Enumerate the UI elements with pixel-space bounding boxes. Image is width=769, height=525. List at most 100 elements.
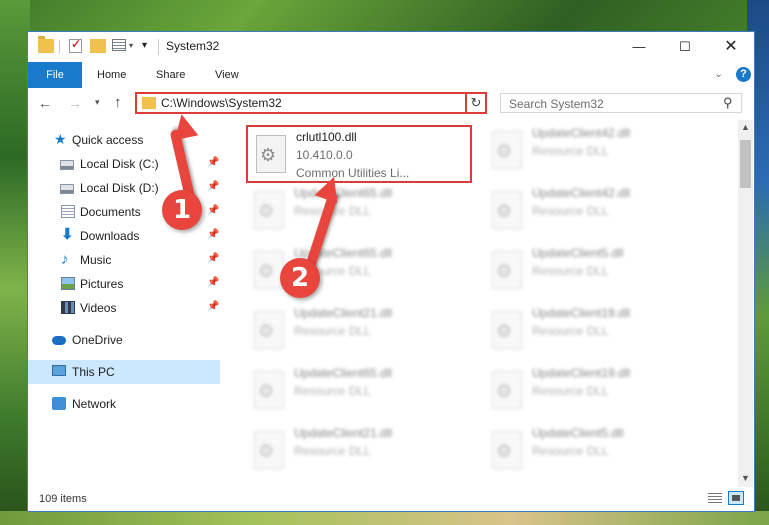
disk-icon — [60, 184, 74, 194]
search-input[interactable]: Search System32 ⚲ — [500, 93, 742, 113]
minimize-button[interactable]: — — [616, 32, 662, 62]
help-icon[interactable]: ? — [736, 67, 751, 82]
up-arrow-icon[interactable]: ↑ — [114, 94, 122, 111]
scroll-down-icon[interactable]: ▼ — [738, 473, 753, 483]
search-icon[interactable]: ⚲ — [723, 95, 733, 111]
annotation-badge-1: 1 — [162, 190, 202, 230]
expand-ribbon-icon[interactable]: ⌄ — [714, 67, 723, 80]
large-icons-view-icon[interactable] — [728, 491, 744, 505]
file-name: UpdateClient5.dll — [532, 426, 624, 440]
music-icon: ♪ — [61, 251, 69, 268]
close-button[interactable]: ✕ — [708, 32, 754, 62]
file-name: UpdateClient65.dll — [294, 366, 393, 380]
file-type: Resource DLL — [294, 444, 371, 458]
nav-item-label: Videos — [80, 301, 117, 315]
back-arrow-icon[interactable]: ← — [38, 95, 52, 111]
annotation-badge-2: 2 — [280, 258, 320, 298]
file-item[interactable]: UpdateClient65.dll Resource DLL — [246, 243, 471, 297]
scroll-thumb[interactable] — [740, 140, 751, 188]
nav-item-pictures[interactable]: Pictures 📌 — [28, 272, 220, 296]
tab-file[interactable]: File — [28, 62, 82, 88]
dll-file-icon — [492, 311, 522, 349]
tab-home[interactable]: Home — [97, 62, 126, 88]
file-item[interactable]: UpdateClient42.dll Resource DLL — [484, 183, 709, 237]
file-item-crlutl100[interactable]: crlutl100.dll 10.410.0.0 Common Utilitie… — [246, 125, 472, 183]
nav-item-label: Pictures — [80, 277, 124, 291]
dll-file-icon — [254, 311, 284, 349]
maximize-button[interactable]: ☐ — [662, 32, 708, 62]
address-bar[interactable]: C:\Windows\System32 ⌄ — [135, 92, 485, 114]
properties-icon[interactable] — [112, 39, 126, 51]
ribbon-tabs: File Home Share View ⌄ ? — [28, 62, 754, 89]
tab-share[interactable]: Share — [156, 62, 185, 88]
nav-item-music[interactable]: ♪ Music 📌 — [28, 248, 220, 272]
pin-icon[interactable]: 📌 — [207, 301, 219, 312]
properties-check-icon[interactable] — [69, 37, 82, 53]
file-type: Resource DLL — [294, 324, 371, 338]
dll-file-icon — [254, 251, 284, 289]
file-item[interactable]: UpdateClient19.dll Resource DLL — [484, 363, 709, 417]
navigation-bar: ← → ▾ ↑ C:\Windows\System32 ⌄ ↻ Search S… — [28, 88, 754, 120]
pictures-icon — [61, 277, 75, 290]
file-item[interactable]: UpdateClient65.dll Resource DLL — [246, 363, 471, 417]
file-name: UpdateClient21.dll — [294, 426, 393, 440]
pin-icon[interactable]: 📌 — [207, 229, 219, 240]
download-icon: ⬇ — [61, 226, 74, 243]
nav-item-this-pc[interactable]: This PC — [28, 360, 220, 384]
forward-arrow-icon[interactable]: → — [68, 95, 82, 111]
pin-icon[interactable]: 📌 — [207, 205, 219, 216]
folder-icon[interactable] — [38, 36, 54, 53]
vertical-scrollbar[interactable]: ▲ ▼ — [738, 120, 753, 487]
scroll-up-icon[interactable]: ▲ — [738, 122, 753, 132]
file-type: Resource DLL — [532, 384, 609, 398]
file-name: UpdateClient5.dll — [532, 246, 624, 260]
address-path[interactable]: C:\Windows\System32 — [161, 96, 282, 110]
file-item[interactable]: UpdateClient5.dll Resource DLL — [484, 243, 709, 297]
file-item[interactable]: UpdateClient65.dll Resource DLL — [246, 183, 471, 237]
desktop-background-bottom — [0, 511, 769, 525]
refresh-button[interactable]: ↻ — [465, 92, 487, 114]
nav-item-network[interactable]: Network — [28, 392, 220, 416]
star-icon: ★ — [54, 131, 67, 147]
file-type: Resource DLL — [294, 384, 371, 398]
pin-icon[interactable]: 📌 — [207, 181, 219, 192]
nav-item-label: Network — [72, 397, 117, 411]
file-item[interactable]: UpdateClient42.dll Resource DLL — [484, 123, 709, 177]
title-divider — [158, 39, 159, 55]
pin-icon[interactable]: 📌 — [207, 277, 219, 288]
dll-file-icon — [254, 371, 284, 409]
tab-view[interactable]: View — [215, 62, 239, 88]
nav-item-label: Music — [80, 253, 112, 267]
file-item[interactable]: UpdateClient19.dll Resource DLL — [484, 303, 709, 357]
file-type: Resource DLL — [532, 264, 609, 278]
nav-item-label: Quick access — [72, 133, 144, 147]
dll-file-icon — [254, 431, 284, 469]
pin-icon[interactable]: 📌 — [207, 253, 219, 264]
nav-item-label: Documents — [80, 205, 141, 219]
file-item[interactable]: UpdateClient21.dll Resource DLL — [246, 303, 471, 357]
nav-item-label: Local Disk (C:) — [80, 157, 159, 171]
pin-icon[interactable]: 📌 — [207, 157, 219, 168]
folder-icon — [142, 97, 156, 109]
documents-icon — [61, 205, 75, 218]
file-type: Resource DLL — [532, 324, 609, 338]
item-count: 109 items — [39, 493, 87, 505]
dll-file-icon — [492, 131, 522, 169]
file-item[interactable]: UpdateClient21.dll Resource DLL — [246, 423, 471, 477]
customize-toolbar-icon[interactable]: ▾ — [142, 40, 147, 51]
file-explorer-window: ▾ ▾ System32 — ☐ ✕ File Home Share View … — [27, 31, 755, 512]
desktop-background-left — [0, 0, 30, 525]
details-view-icon[interactable] — [708, 493, 722, 504]
nav-item-videos[interactable]: Videos 📌 — [28, 296, 220, 320]
new-folder-icon[interactable] — [90, 39, 106, 53]
file-item[interactable]: UpdateClient5.dll Resource DLL — [484, 423, 709, 477]
navigation-pane: ★ Quick access Local Disk (C:) 📌 Local D… — [28, 120, 223, 480]
nav-item-local-disk-c[interactable]: Local Disk (C:) 📌 — [28, 152, 220, 176]
file-name: UpdateClient21.dll — [294, 306, 393, 320]
file-type: Resource DLL — [532, 144, 609, 158]
chevron-down-icon[interactable]: ▾ — [129, 41, 133, 50]
recent-locations-icon[interactable]: ▾ — [95, 97, 100, 108]
videos-icon — [61, 301, 75, 314]
toolbar-divider — [59, 40, 60, 54]
nav-item-onedrive[interactable]: OneDrive — [28, 328, 220, 352]
